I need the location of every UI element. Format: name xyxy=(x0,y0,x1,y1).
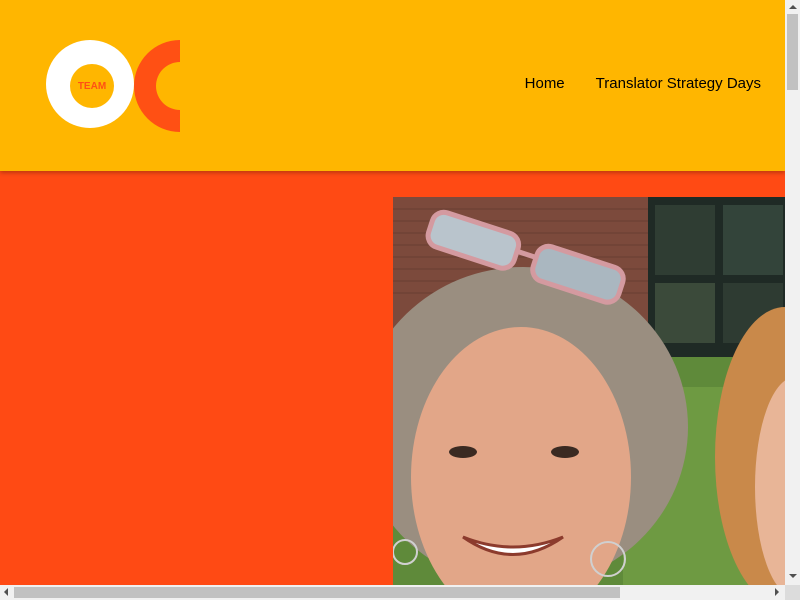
site-header: TEAM Home Translator Strategy Days xyxy=(0,0,785,171)
logo-word: TEAM xyxy=(77,80,107,92)
logo-c-icon xyxy=(134,40,180,132)
scroll-up-arrow-icon[interactable] xyxy=(789,5,797,9)
horizontal-scrollbar[interactable] xyxy=(0,585,785,600)
nav-translator-strategy-days-link[interactable]: Translator Strategy Days xyxy=(596,74,761,94)
hero-photo xyxy=(393,197,785,585)
logo-o-ring-icon: TEAM xyxy=(46,40,134,128)
main-nav: Home Translator Strategy Days xyxy=(525,74,761,94)
hero-section xyxy=(0,171,785,585)
page-viewport: TEAM Home Translator Strategy Days xyxy=(0,0,785,585)
scroll-left-arrow-icon[interactable] xyxy=(4,588,8,596)
horizontal-scrollbar-thumb[interactable] xyxy=(14,587,620,598)
scroll-right-arrow-icon[interactable] xyxy=(775,588,779,596)
vertical-scrollbar-thumb[interactable] xyxy=(787,14,798,90)
vertical-scrollbar[interactable] xyxy=(785,0,800,585)
scroll-down-arrow-icon[interactable] xyxy=(789,574,797,578)
selfie-photo-illustration xyxy=(393,197,785,585)
nav-home-link[interactable]: Home xyxy=(525,74,565,94)
logo-inner-circle: TEAM xyxy=(70,64,114,108)
team-oc-logo-link[interactable]: TEAM xyxy=(44,38,184,134)
scrollbar-corner xyxy=(785,585,800,600)
